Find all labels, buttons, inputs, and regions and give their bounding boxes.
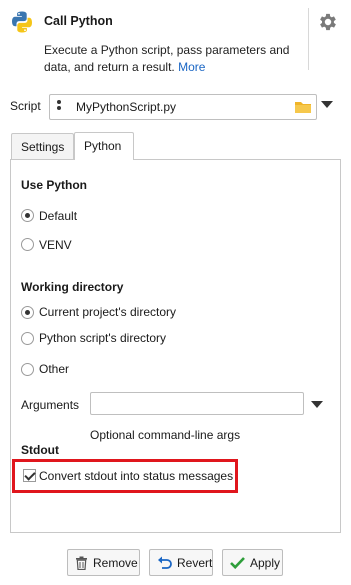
arguments-label: Arguments <box>21 398 80 412</box>
python-logo-icon <box>10 10 34 34</box>
component-description: Execute a Python script, pass parameters… <box>44 42 294 76</box>
radio-other-dir-label[interactable]: Other <box>39 362 69 376</box>
script-value: MyPythonScript.py <box>76 100 177 114</box>
apply-button-label: Apply <box>250 555 281 570</box>
remove-button[interactable]: Remove <box>67 549 140 576</box>
radio-python-script-dir-label[interactable]: Python script's directory <box>39 331 166 345</box>
chevron-down-icon[interactable] <box>321 101 333 108</box>
radio-python-script-dir[interactable] <box>21 332 34 345</box>
radio-venv-label[interactable]: VENV <box>39 238 72 252</box>
radio-default[interactable] <box>21 209 34 222</box>
checkmark-icon <box>230 557 245 569</box>
description-text: Execute a Python script, pass parameters… <box>44 43 290 74</box>
trash-icon <box>76 556 87 570</box>
chevron-down-icon[interactable] <box>311 401 323 408</box>
working-directory-heading: Working directory <box>21 280 124 294</box>
apply-button[interactable]: Apply <box>222 549 283 576</box>
undo-icon <box>158 556 172 569</box>
convert-stdout-label[interactable]: Convert stdout into status messages <box>39 469 233 483</box>
script-selector[interactable]: MyPythonScript.py <box>49 94 317 120</box>
radio-venv[interactable] <box>21 238 34 251</box>
component-title: Call Python <box>44 14 113 28</box>
radio-current-project-dir-label[interactable]: Current project's directory <box>39 305 176 319</box>
script-label: Script <box>10 99 41 113</box>
arguments-hint: Optional command-line args <box>90 428 241 442</box>
tab-python[interactable]: Python <box>74 132 134 160</box>
convert-stdout-checkbox[interactable] <box>23 469 36 482</box>
radio-other-dir[interactable] <box>21 363 34 376</box>
drag-handle-icon[interactable] <box>57 100 61 114</box>
folder-icon[interactable] <box>294 99 312 115</box>
remove-button-label: Remove <box>93 555 138 570</box>
radio-current-project-dir[interactable] <box>21 306 34 319</box>
stdout-heading: Stdout <box>21 443 59 457</box>
header-divider <box>308 8 309 70</box>
more-link[interactable]: More <box>178 60 205 74</box>
use-python-heading: Use Python <box>21 178 88 192</box>
revert-button[interactable]: Revert <box>149 549 213 576</box>
radio-default-label[interactable]: Default <box>39 209 77 223</box>
arguments-input[interactable] <box>90 392 304 415</box>
revert-button-label: Revert <box>177 555 213 570</box>
tab-settings[interactable]: Settings <box>11 133 74 159</box>
gear-icon[interactable] <box>317 11 339 33</box>
